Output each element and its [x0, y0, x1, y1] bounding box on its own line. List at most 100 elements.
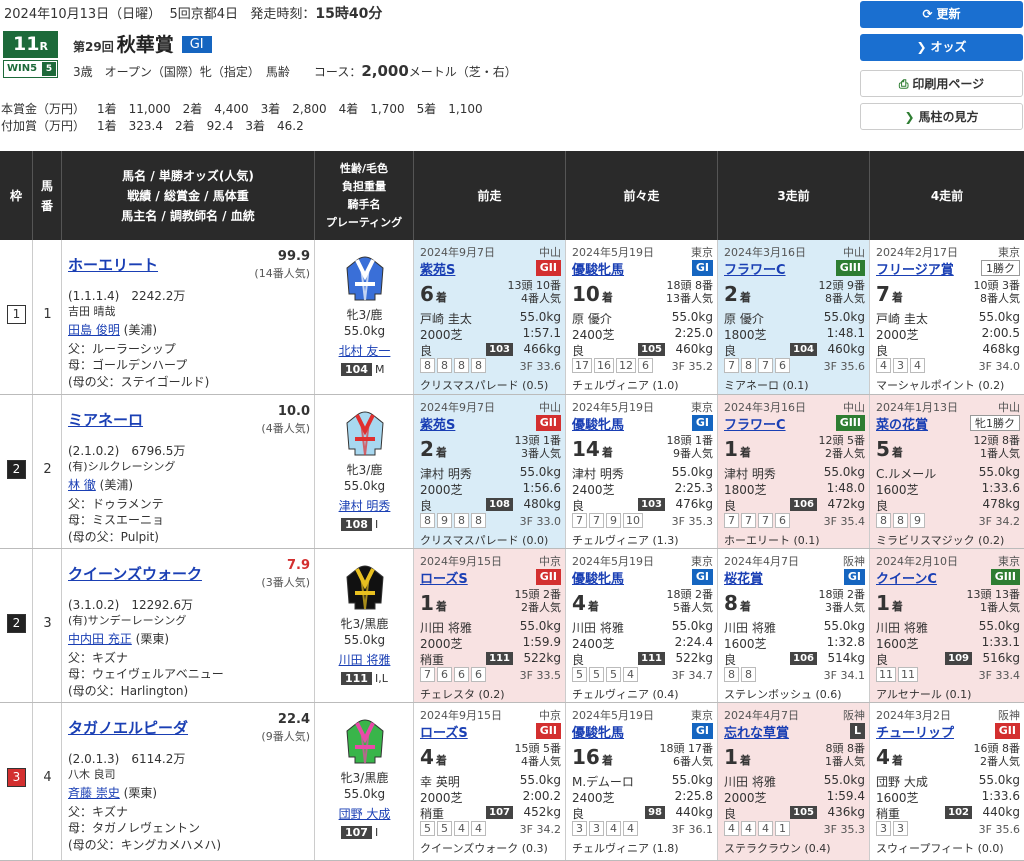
broodmare-sire: (母の父：ステイゴールド) [68, 375, 210, 389]
trainer-link[interactable]: 田島 俊明 [68, 323, 120, 337]
past-corners: 5554 [572, 667, 640, 682]
past-winner: クイーンズウォーク (0.3) [420, 842, 548, 855]
horse-table: 枠 馬番 馬名 / 単勝オッズ(人気) 戦績 / 総賞金 / 馬体重 馬主名 / 調… [0, 151, 1024, 861]
past-jockey-row: 戸崎 圭太 55.0kg [420, 310, 561, 326]
past-course-row: 2000芝 2:00.5 [876, 326, 1020, 342]
past-grade-badge: GII [535, 723, 561, 739]
odds-button[interactable]: ❯ オッズ [860, 34, 1023, 61]
print-icon: ⎙ [898, 77, 909, 91]
record: (3.1.0.2) 12292.6万 [68, 598, 193, 612]
past-score: 103 [486, 343, 513, 356]
owner: 八木 良司 [68, 768, 116, 781]
past-jockey-row: 川田 将雅 55.0kg [724, 773, 865, 789]
past-grade-badge: GII [535, 260, 561, 276]
guide-button[interactable]: ❯ 馬柱の見方 [860, 103, 1023, 130]
waku-cell: 1 [0, 240, 33, 394]
horse-number: 4 [43, 770, 52, 785]
sire: 父：キズナ [68, 805, 129, 819]
past-race-link[interactable]: ローズS [420, 722, 468, 741]
past-grade-badge: GI [691, 723, 713, 739]
past-race-link[interactable]: ローズS [420, 568, 468, 587]
past-race-cell: 2024年3月16日 中山 フラワーC GIII 2着 12頭 9番 8番人気 原… [718, 240, 870, 394]
horse-info-cell: タガノエルピーダ 22.4 (9番人気) (2.0.1.3) 6114.2万 八… [62, 703, 315, 860]
past-corners: 11 11 [876, 667, 920, 682]
past-race-link[interactable]: 菜の花賞 [876, 414, 928, 433]
carried-weight: 55.0kg [343, 479, 386, 493]
jockey-link[interactable]: 北村 友一 [315, 342, 414, 359]
past-course-row: 1800芝 1:48.0 [724, 481, 865, 497]
past-jockey-row: 団野 大成 55.0kg [876, 773, 1020, 789]
past-winner: チェルヴィニア (1.8) [572, 842, 679, 855]
trainer-line: 田島 俊明 (美浦) [68, 323, 158, 337]
past-race-link[interactable]: チューリップ [876, 722, 954, 741]
past-race-link[interactable]: 紫苑S [420, 414, 455, 433]
print-button[interactable]: ⎙ 印刷用ページ [860, 70, 1023, 97]
past-race-link[interactable]: 桜花賞 [724, 568, 763, 587]
past-race-link[interactable]: 優駿牝馬 [572, 722, 624, 741]
horse-name-link[interactable]: ホーエリート [68, 254, 158, 275]
jockey-cell: 牝3/鹿 55.0kg 津村 明秀 108 I [315, 395, 414, 548]
uma-cell: 3 [33, 549, 62, 702]
past-field: 10頭 3番 8番人気 [973, 279, 1021, 305]
past-race-link[interactable]: フリージア賞 [876, 259, 954, 278]
past-winner: ホーエリート (0.1) [724, 534, 820, 547]
horse-number: 1 [43, 307, 52, 322]
prize-money: 本賞金（万円） 1着 11,000 2着 4,400 3着 2,800 4着 1,700… [1, 102, 483, 116]
past-field: 12頭 9番 8番人気 [818, 279, 866, 305]
trainer-link[interactable]: 中内田 充正 [68, 632, 132, 646]
past-winner: チェレスタ (0.2) [420, 688, 505, 701]
past-race-link[interactable]: 忘れな草賞 [724, 722, 789, 741]
past-jockey-row: 津村 明秀 55.0kg [724, 465, 865, 481]
header-past1: 前走 [414, 151, 566, 240]
past-last3f: 3F 34.7 [671, 669, 713, 682]
horse-name-link[interactable]: ミアネーロ [68, 409, 143, 430]
past-race-cell: 2024年4月7日 阪神 桜花賞 GI 8着 18頭 2番 3番人気 川田 将雅 5… [718, 549, 870, 702]
refresh-button[interactable]: ⟳ 更新 [860, 1, 1023, 28]
past-winner: ミアネーロ (0.1) [724, 379, 809, 392]
past-jockey-row: 幸 英明 55.0kg [420, 773, 561, 789]
past-race-link[interactable]: クイーンC [876, 568, 937, 587]
header-waku: 枠 [0, 151, 33, 240]
past-race-link[interactable]: フラワーC [724, 414, 786, 433]
win-odds: 10.0 [277, 404, 310, 419]
jockey-link[interactable]: 津村 明秀 [315, 497, 414, 514]
jockey-link[interactable]: 団野 大成 [315, 805, 414, 822]
past-venue: 中山 [843, 246, 865, 259]
jockey-cell: 牝3/黒鹿 55.0kg 川田 将雅 111 I,L [315, 549, 414, 702]
past-race-link[interactable]: 優駿牝馬 [572, 568, 624, 587]
trainer-link[interactable]: 林 徹 [68, 478, 96, 492]
sire: 父：ルーラーシップ [68, 342, 176, 356]
rating-value: 107 [341, 826, 372, 839]
past-race-link[interactable]: フラワーC [724, 259, 786, 278]
past-race-link[interactable]: 優駿牝馬 [572, 259, 624, 278]
win5-badge: WIN5 5 [3, 60, 58, 78]
past-cond-row: 良 98 440kg [572, 805, 713, 821]
past-course-row: 1600芝 1:33.6 [876, 481, 1020, 497]
horse-name-link[interactable]: タガノエルピーダ [68, 717, 188, 738]
past-finish: 14 着 [572, 437, 613, 461]
horse-name-link[interactable]: クイーンズウォーク [68, 563, 202, 584]
past-date: 2024年9月7日 [420, 401, 495, 414]
past-cond-row: 稍重 107 452kg [420, 805, 561, 821]
jockey-link[interactable]: 川田 将雅 [315, 651, 414, 668]
past-last3f: 3F 35.4 [823, 515, 865, 528]
past-finish: 5着 [876, 437, 903, 461]
sex-age-color: 牝3/黒鹿 [340, 771, 389, 785]
sex-age-color: 牝3/鹿 [346, 463, 383, 477]
trainer-link[interactable]: 斉藤 崇史 [68, 786, 120, 800]
past-race-link[interactable]: 優駿牝馬 [572, 414, 624, 433]
past-corners: 889 [876, 513, 927, 528]
past-race-link[interactable]: 紫苑S [420, 259, 455, 278]
rating-value: 104 [341, 363, 372, 376]
header-jockey: 性齢/毛色 負担重量 騎手名 プレーティング [315, 151, 414, 240]
past-winner: ステレンボッシュ (0.6) [724, 688, 842, 701]
horse-row: 1 1 ホーエリート 99.9 (14番人気) (1.1.1.4) 2242.2… [0, 240, 1024, 395]
past-grade-badge: L [849, 723, 865, 739]
sex-age-color: 牝3/鹿 [346, 308, 383, 322]
post-time: 15時40分 [315, 6, 383, 22]
horse-row: 3 4 タガノエルピーダ 22.4 (9番人気) (2.0.1.3) 6114.… [0, 703, 1024, 861]
past-finish: 1着 [420, 591, 447, 615]
past-last3f: 3F 35.3 [823, 823, 865, 836]
jockey-cell: 牝3/鹿 55.0kg 北村 友一 104 M [315, 240, 414, 394]
horse-info-cell: ミアネーロ 10.0 (4番人気) (2.1.0.2) 6796.5万 (有)シ… [62, 395, 315, 548]
